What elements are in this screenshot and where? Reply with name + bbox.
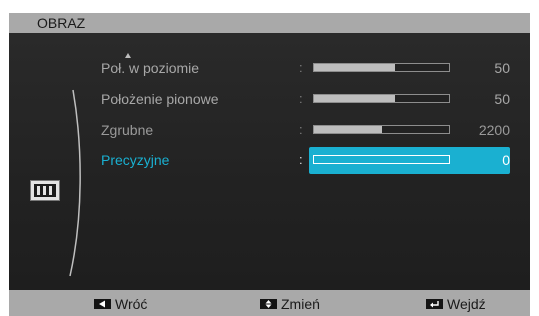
separator: : — [299, 152, 303, 167]
menu-item-label: Położenie pionowe — [101, 91, 219, 107]
menu-item-coarse[interactable]: Zgrubne : 2200 — [89, 117, 514, 143]
back-button[interactable]: Wróć — [94, 295, 147, 313]
menu-item-label: Zgrubne — [101, 122, 154, 138]
slider-fill — [314, 64, 395, 71]
menu-item-label: Poł. w poziomie — [101, 60, 200, 76]
menu-item-value: 2200 — [478, 122, 510, 138]
menu-arc-decoration — [69, 89, 81, 277]
slider-bar[interactable] — [313, 155, 450, 164]
slider-bar[interactable] — [313, 125, 450, 134]
menu-item-horizontal-position[interactable]: Poł. w poziomie : 50 — [89, 55, 514, 81]
menu-item-label: Precyzyjne — [101, 152, 170, 168]
menu-item-value: 50 — [494, 60, 510, 76]
up-down-key-icon — [260, 299, 277, 309]
osd-window: OBRAZ Poł. w poziomie : 50 Położenie pio… — [9, 13, 530, 316]
separator: : — [299, 60, 303, 75]
menu-title: OBRAZ — [37, 15, 86, 31]
enter-label: Wejdź — [447, 296, 486, 312]
menu-item-vertical-position[interactable]: Położenie pionowe : 50 — [89, 86, 514, 112]
separator: : — [299, 91, 303, 106]
back-label: Wróć — [115, 296, 148, 312]
slider-bar[interactable] — [313, 63, 450, 72]
slider-fill — [314, 95, 395, 102]
change-label: Zmień — [281, 296, 320, 312]
menu-item-value: 0 — [502, 152, 510, 168]
left-arrow-key-icon — [94, 299, 111, 309]
change-button[interactable]: Zmień — [260, 295, 320, 313]
slider-bar[interactable] — [313, 94, 450, 103]
footer-bar: Wróć Zmień Wejdź — [9, 290, 530, 316]
separator: : — [299, 122, 303, 137]
slider-fill — [314, 126, 382, 133]
menu-item-fine[interactable]: Precyzyjne : 0 — [89, 147, 514, 174]
enter-key-icon — [426, 299, 443, 309]
menu-item-value: 50 — [494, 91, 510, 107]
picture-menu-icon[interactable] — [30, 180, 60, 201]
title-bar: OBRAZ — [9, 13, 530, 33]
enter-button[interactable]: Wejdź — [426, 295, 486, 313]
menu-panel: Poł. w poziomie : 50 Położenie pionowe :… — [9, 33, 530, 290]
